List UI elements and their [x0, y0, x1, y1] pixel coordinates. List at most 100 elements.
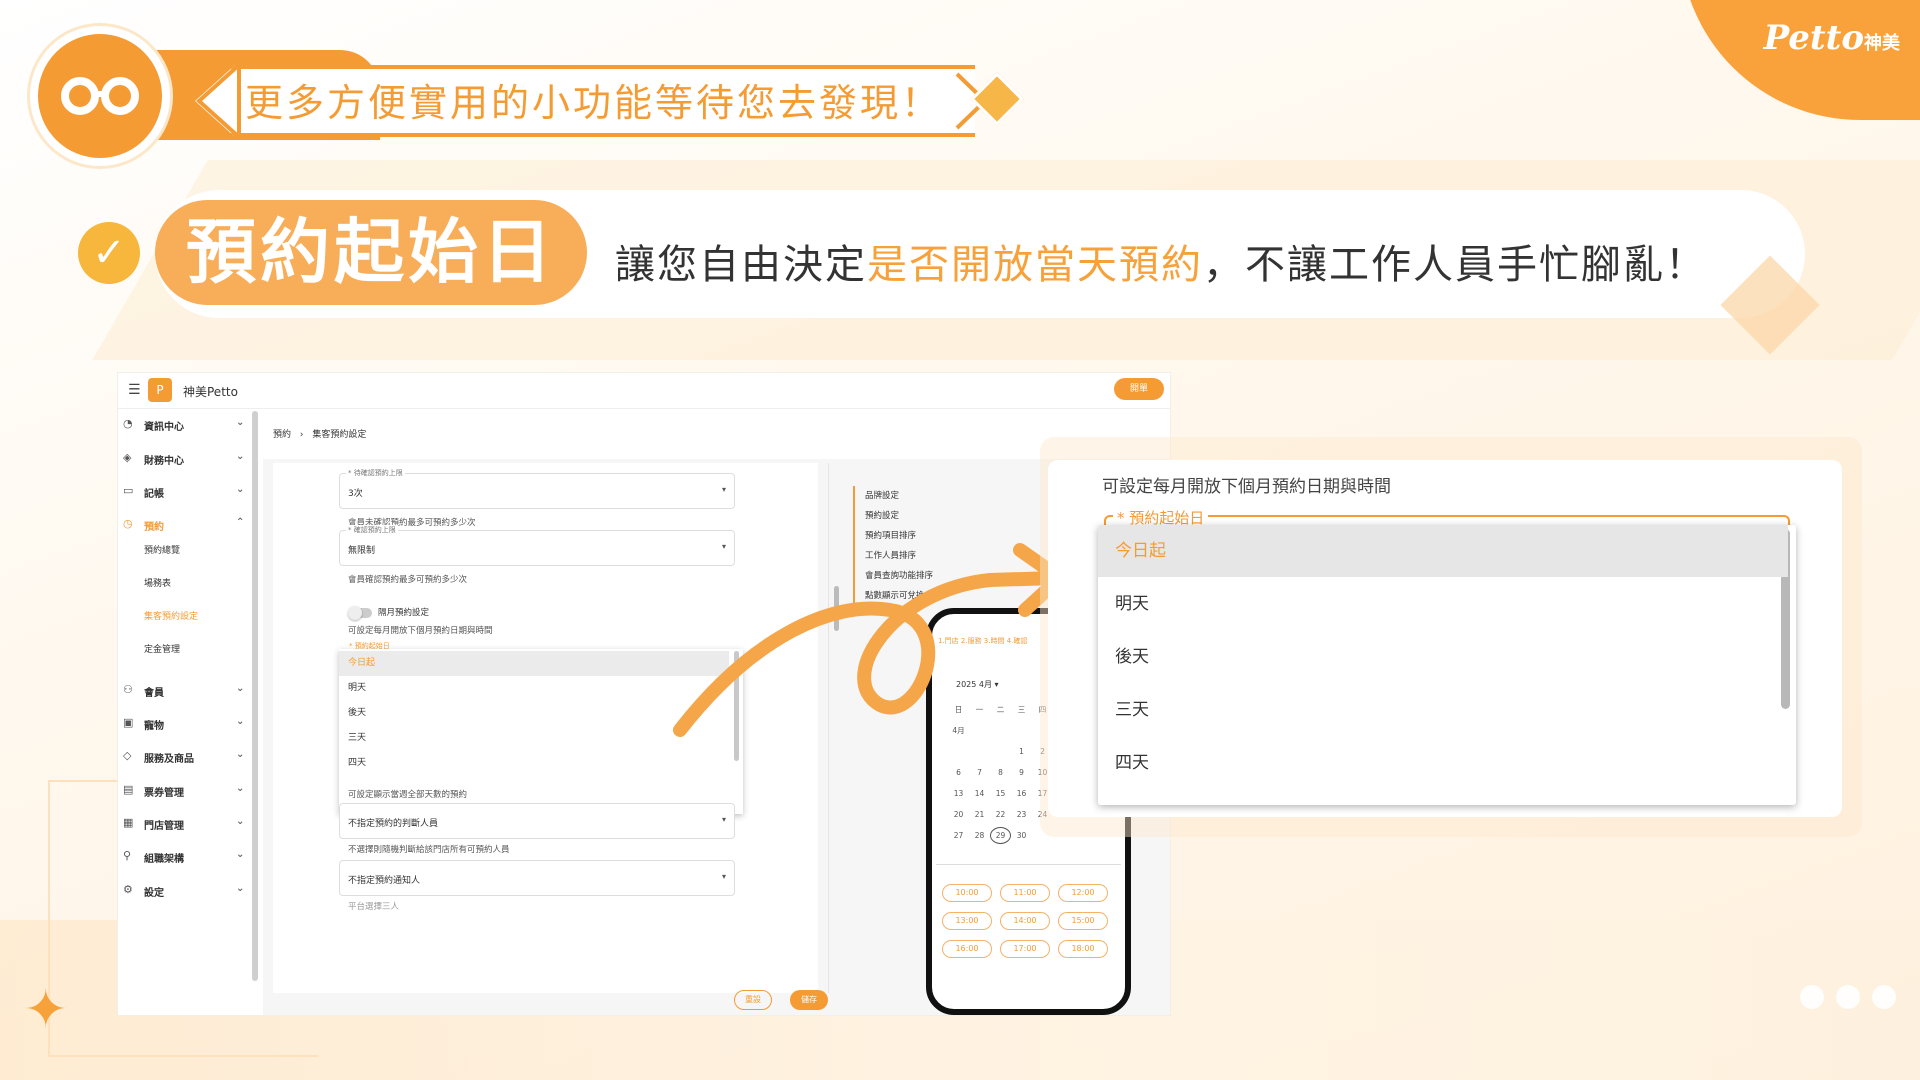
- breadcrumb-parent[interactable]: 預約: [273, 430, 291, 440]
- ticket-icon: ▤: [123, 783, 134, 796]
- calendar-day[interactable]: 28: [969, 831, 990, 840]
- notify-value: 不指定預約通知人: [348, 876, 421, 886]
- sidebar-subitem-2[interactable]: 集客預約設定: [144, 609, 198, 629]
- calendar-day[interactable]: 27: [948, 831, 969, 840]
- sidebar-item-9[interactable]: ⚲ 組職架構 ⌄: [118, 845, 248, 871]
- assign-staff-select[interactable]: 不指定預約的判斷人員 ▾: [339, 803, 735, 839]
- chevron-down-icon: ▾: [721, 485, 726, 494]
- time-slot-button[interactable]: 10:00: [942, 884, 992, 902]
- sidebar-item-10[interactable]: ⚙ 設定 ⌄: [118, 879, 248, 905]
- calendar-day[interactable]: 15: [990, 789, 1011, 798]
- sidebar-subitem-1[interactable]: 場務表: [144, 576, 171, 596]
- time-slot-button[interactable]: 18:00: [1058, 940, 1108, 958]
- zoom-start-day-option[interactable]: 四天: [1098, 737, 1788, 789]
- logo-sub: 神美: [1864, 33, 1900, 54]
- calendar-day[interactable]: 16: [1011, 789, 1032, 798]
- sidebar-subitem-3[interactable]: 定金管理: [144, 642, 180, 662]
- assign-staff-value: 不指定預約的判斷人員: [348, 819, 439, 829]
- open-order-button[interactable]: 開單: [1114, 378, 1164, 400]
- chevron-down-icon: ▾: [721, 872, 726, 881]
- chevron-down-icon: ⌄: [236, 849, 245, 860]
- monthly-booking-toggle[interactable]: [348, 606, 372, 620]
- service-icon: ◇: [123, 749, 132, 762]
- calendar-day[interactable]: 8: [990, 768, 1011, 777]
- chevron-up-icon: ⌃: [236, 517, 245, 528]
- chevron-down-icon: ⌄: [236, 451, 245, 462]
- hamburger-menu-icon[interactable]: ☰: [128, 382, 141, 398]
- sidebar-item-1[interactable]: ◈ 財務中心 ⌄: [118, 447, 248, 473]
- monthly-toggle-label: 隔月預約設定: [378, 608, 430, 618]
- app-header: ☰ P 神美Petto 開單: [118, 373, 1170, 409]
- confirmed-limit-hint: 會員確認預約最多可預約多少次: [348, 575, 468, 585]
- calendar-day[interactable]: 29: [990, 827, 1011, 844]
- chevron-down-icon: ⌄: [236, 683, 245, 694]
- sidebar-item-2[interactable]: ▭ 記帳 ⌄: [118, 480, 248, 506]
- notify-select[interactable]: 不指定預約通知人 ▾: [339, 860, 735, 896]
- time-slot-button[interactable]: 14:00: [1000, 912, 1050, 930]
- time-slot-button[interactable]: 12:00: [1058, 884, 1108, 902]
- sidebar-item-8[interactable]: ▦ 門店管理 ⌄: [118, 812, 248, 838]
- calendar-day[interactable]: 30: [1011, 831, 1032, 840]
- chevron-down-icon: ▾: [721, 815, 726, 824]
- assign-staff-hint: 不選擇則隨機判斷給該門店所有可預約人員: [348, 845, 510, 855]
- zoom-start-day-option[interactable]: 後天: [1098, 631, 1788, 683]
- app-name: 神美Petto: [183, 385, 238, 399]
- time-slot-button[interactable]: 11:00: [1000, 884, 1050, 902]
- sidebar-scrollbar[interactable]: [252, 411, 258, 981]
- members-icon: ⚇: [123, 683, 133, 696]
- calendar-day[interactable]: 22: [990, 810, 1011, 819]
- calendar-day[interactable]: 9: [1011, 768, 1032, 777]
- sidebar-subitem-0[interactable]: 預約總覽: [144, 543, 180, 563]
- reset-button[interactable]: 重設: [734, 990, 772, 1010]
- chevron-down-icon: ⌄: [236, 484, 245, 495]
- time-slot-button[interactable]: 17:00: [1000, 940, 1050, 958]
- clock-icon: ◷: [123, 517, 133, 530]
- pending-limit-value: 3次: [348, 489, 363, 499]
- save-button[interactable]: 儲存: [790, 990, 828, 1010]
- sidebar-item-7[interactable]: ▤ 票券管理 ⌄: [118, 779, 248, 805]
- sidebar-item-label: 記帳: [144, 489, 164, 500]
- glasses-icon: [61, 77, 139, 115]
- brand-logo: Petto神美: [1764, 18, 1900, 58]
- calendar-day[interactable]: 7: [969, 768, 990, 777]
- calendar-day[interactable]: 6: [948, 768, 969, 777]
- sidebar-item-label: 票券管理: [144, 788, 184, 799]
- section-nav-item[interactable]: 預約設定: [855, 506, 1053, 526]
- pending-limit-select[interactable]: * 待確認預約上限 3次 ▾: [339, 468, 735, 509]
- zoom-start-day-option[interactable]: 今日起: [1098, 525, 1788, 577]
- sidebar-item-label: 設定: [144, 888, 164, 899]
- sidebar-item-label: 財務中心: [144, 456, 184, 467]
- chevron-down-icon: ⌄: [236, 883, 245, 894]
- calendar-day[interactable]: 14: [969, 789, 990, 798]
- sidebar-item-label: 服務及商品: [144, 754, 194, 765]
- chevron-down-icon: ⌄: [236, 783, 245, 794]
- sparkle-icon: ✦: [24, 980, 68, 1040]
- calendar-day[interactable]: 20: [948, 810, 969, 819]
- time-slot-button[interactable]: 15:00: [1058, 912, 1108, 930]
- weekly-hint: 可設定顯示當週全部天數的預約: [348, 790, 468, 800]
- time-slot-button[interactable]: 13:00: [942, 912, 992, 930]
- time-slot-button[interactable]: 16:00: [942, 940, 992, 958]
- book-icon: ▭: [123, 484, 134, 497]
- section-nav-item[interactable]: 品牌設定: [855, 486, 1053, 506]
- sidebar-item-3[interactable]: ◷ 預約 ⌃: [118, 513, 248, 539]
- chevron-down-icon: ⌄: [236, 816, 245, 827]
- zoom-start-day-option[interactable]: 明天: [1098, 578, 1788, 630]
- sidebar-item-label: 門店管理: [144, 821, 184, 832]
- monthly-hint: 可設定每月開放下個月預約日期與時間: [348, 626, 493, 636]
- sidebar-item-6[interactable]: ◇ 服務及商品 ⌄: [118, 745, 248, 771]
- sidebar-item-0[interactable]: ◔ 資訊中心 ⌄: [118, 413, 248, 439]
- calendar-day[interactable]: 23: [1011, 810, 1032, 819]
- banner-left-edge: [196, 63, 241, 139]
- calendar-day[interactable]: 21: [969, 810, 990, 819]
- logo-text: Petto: [1763, 18, 1864, 58]
- finance-icon: ◈: [123, 451, 132, 464]
- app-logo-icon: P: [148, 378, 172, 402]
- calendar-day[interactable]: 13: [948, 789, 969, 798]
- sidebar-item-label: 會員: [144, 688, 164, 699]
- zoom-start-day-option[interactable]: 三天: [1098, 684, 1788, 736]
- sidebar-item-5[interactable]: ▣ 寵物 ⌄: [118, 712, 248, 738]
- zoom-start-day-dropdown: 今日起 明天 後天 三天 四天: [1098, 525, 1796, 805]
- chevron-down-icon: ⌄: [236, 749, 245, 760]
- sidebar-item-4[interactable]: ⚇ 會員 ⌄: [118, 679, 248, 705]
